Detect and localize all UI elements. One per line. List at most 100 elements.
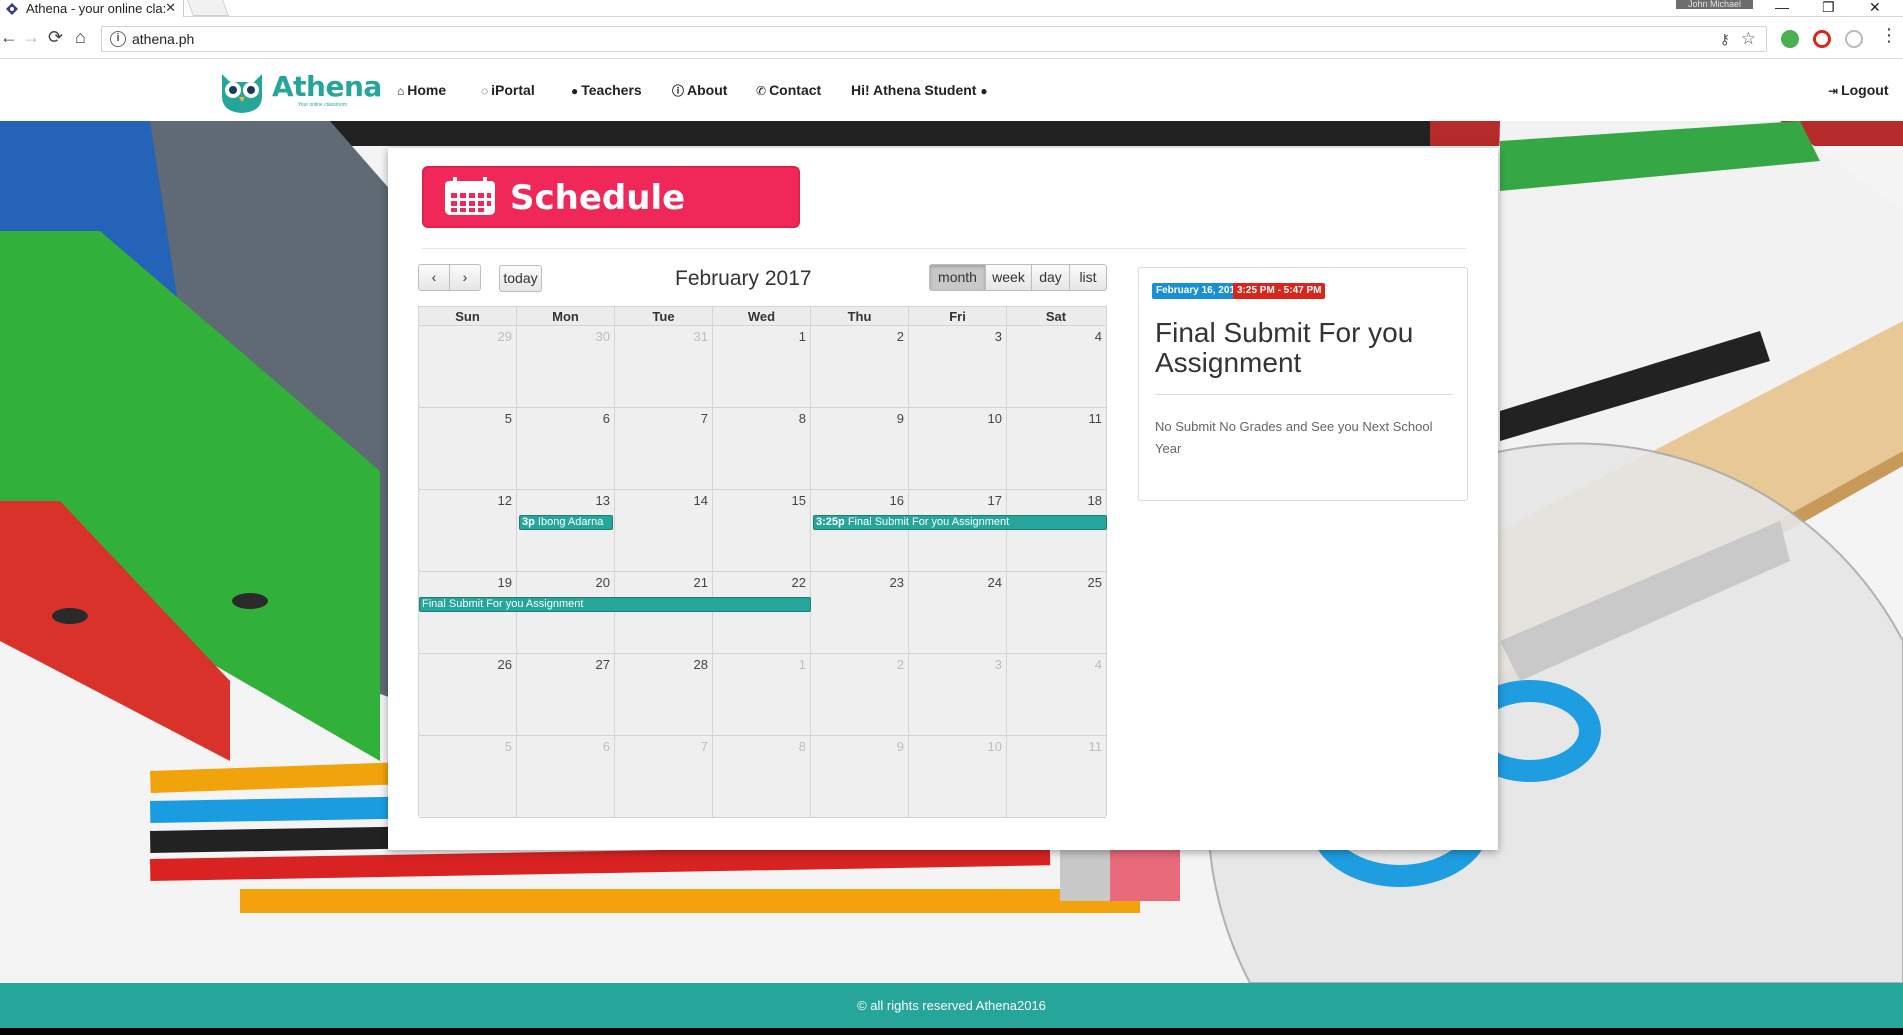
calendar-day-cell[interactable]: 24 (909, 572, 1007, 654)
day-number: 21 (693, 575, 708, 590)
calendar-day-cell[interactable]: 8 (713, 408, 811, 490)
nav-contact[interactable]: ✆ Contact (756, 82, 821, 98)
calendar-day-cell[interactable]: 9 (811, 736, 909, 818)
browser-tab[interactable]: Athena - your online cla: ✕ (0, 0, 184, 17)
back-icon[interactable]: ← (0, 28, 18, 46)
calendar-day-cell[interactable]: 6 (517, 408, 615, 490)
calendar-day-cell[interactable]: 10 (909, 736, 1007, 818)
logout-link[interactable]: ⇥ Logout (1828, 82, 1888, 98)
calendar-day-cell[interactable]: 3 (909, 654, 1007, 736)
day-number: 7 (700, 739, 708, 754)
calendar-month-title: February 2017 (675, 267, 812, 290)
calendar-event[interactable]: 3:25p Final Submit For you Assignment (813, 515, 1107, 530)
calendar-day-cell[interactable]: 7 (615, 736, 713, 818)
weekday-header: Mon (517, 307, 615, 326)
schedule-banner: Schedule (422, 166, 800, 228)
calendar-event[interactable]: 3p Ibong Adarna (519, 515, 613, 530)
bookmark-star-icon[interactable]: ☆ (1741, 29, 1756, 49)
reload-icon[interactable]: ⟳ (48, 28, 63, 46)
today-button[interactable]: today (499, 265, 542, 292)
event-detail-card: February 16, 2017 3:25 PM - 5:47 PM Fina… (1138, 267, 1468, 501)
opera-icon[interactable] (1813, 30, 1831, 48)
nav-home[interactable]: ⌂ Home (397, 82, 446, 98)
greeting-label: Hi! Athena Student (851, 82, 977, 98)
calendar-day-cell[interactable]: 15 (713, 490, 811, 572)
day-number: 6 (602, 739, 610, 754)
nav-teachers[interactable]: ● Teachers (571, 82, 642, 98)
calendar-day-cell[interactable]: 31 (615, 326, 713, 408)
menu-icon[interactable]: ⋮ (1880, 26, 1898, 44)
calendar-day-cell[interactable]: 6 (517, 736, 615, 818)
day-number: 30 (595, 329, 610, 344)
day-number: 13 (595, 493, 610, 508)
calendar-day-cell[interactable]: 25 (1007, 572, 1106, 654)
new-tab-button[interactable] (187, 0, 229, 16)
calendar-day-cell[interactable]: 19 (419, 572, 517, 654)
calendar-day-cell[interactable]: 27 (517, 654, 615, 736)
calendar-day-cell[interactable]: 5 (419, 408, 517, 490)
nav-iportal[interactable]: ◌ iPortal (481, 82, 535, 98)
calendar-day-cell[interactable]: 2 (811, 326, 909, 408)
calendar-day-cell[interactable]: 5 (419, 736, 517, 818)
schedule-panel: Schedule ‹ › today February 2017 month w… (388, 148, 1498, 850)
schedule-title: Schedule (510, 178, 686, 218)
day-number: 3 (994, 329, 1002, 344)
minimize-icon[interactable]: — (1775, 0, 1789, 14)
day-number: 15 (791, 493, 806, 508)
calendar-day-cell[interactable]: 18 (1007, 490, 1106, 572)
calendar-day-cell[interactable]: 23 (811, 572, 909, 654)
view-list-button[interactable]: list (1069, 264, 1107, 291)
calendar-day-cell[interactable]: 20 (517, 572, 615, 654)
calendar-day-cell[interactable]: 1 (713, 654, 811, 736)
home-browser-icon[interactable]: ⌂ (75, 28, 86, 46)
calendar-day-cell[interactable]: 21 (615, 572, 713, 654)
address-bar[interactable]: i athena.ph ⚷ ☆ (101, 26, 1767, 52)
prev-month-button[interactable]: ‹ (418, 264, 450, 291)
calendar-day-cell[interactable]: 4 (1007, 654, 1106, 736)
calendar-day-cell[interactable]: 1 (713, 326, 811, 408)
event-title: Final Submit For you Assignment (847, 516, 1010, 528)
calendar-day-cell[interactable]: 22 (713, 572, 811, 654)
calendar-event[interactable]: Final Submit For you Assignment (419, 597, 811, 612)
event-title: Ibong Adarna (537, 516, 604, 528)
user-greeting[interactable]: Hi! Athena Student ● (851, 82, 991, 98)
calendar-day-cell[interactable]: 13 (517, 490, 615, 572)
calendar-day-cell[interactable]: 17 (909, 490, 1007, 572)
calendar-day-cell[interactable]: 11 (1007, 736, 1106, 818)
brand-name: Athena (272, 70, 382, 103)
view-week-button[interactable]: week (985, 264, 1032, 291)
calendar-day-cell[interactable]: 10 (909, 408, 1007, 490)
calendar-day-cell[interactable]: 29 (419, 326, 517, 408)
next-month-button[interactable]: › (449, 264, 481, 291)
day-number: 8 (798, 739, 806, 754)
close-window-icon[interactable]: ✕ (1869, 0, 1881, 14)
view-day-button[interactable]: day (1031, 264, 1070, 291)
key-icon[interactable]: ⚷ (1720, 31, 1730, 48)
calendar-day-cell[interactable]: 26 (419, 654, 517, 736)
extension-icon[interactable] (1845, 30, 1863, 48)
day-number: 24 (987, 575, 1002, 590)
calendar-day-cell[interactable]: 7 (615, 408, 713, 490)
site-info-icon[interactable]: i (110, 31, 126, 47)
weekday-header: Tue (615, 307, 713, 326)
forward-icon[interactable]: → (22, 28, 40, 46)
calendar-day-cell[interactable]: 8 (713, 736, 811, 818)
calendar-day-cell[interactable]: 28 (615, 654, 713, 736)
restore-icon[interactable]: ❐ (1822, 0, 1835, 14)
calendar-day-cell[interactable]: 16 (811, 490, 909, 572)
user-icon: ● (571, 84, 579, 98)
calendar-day-cell[interactable]: 11 (1007, 408, 1106, 490)
calendar-day-cell[interactable]: 12 (419, 490, 517, 572)
calendar-day-cell[interactable]: 2 (811, 654, 909, 736)
calendar-day-cell[interactable]: 3 (909, 326, 1007, 408)
calendar-day-cell[interactable]: 30 (517, 326, 615, 408)
calendar-day-cell[interactable]: 9 (811, 408, 909, 490)
view-month-button[interactable]: month (929, 264, 986, 291)
calendar-day-cell[interactable]: 4 (1007, 326, 1106, 408)
nav-about[interactable]: ⓘ About (672, 82, 727, 99)
close-tab-icon[interactable]: ✕ (165, 0, 176, 16)
athena-logo[interactable]: Athena Your online classroom (218, 64, 382, 114)
profile-badge[interactable]: John Michael (1676, 0, 1753, 9)
calendar-day-cell[interactable]: 14 (615, 490, 713, 572)
extension-plus-icon[interactable] (1781, 30, 1799, 48)
